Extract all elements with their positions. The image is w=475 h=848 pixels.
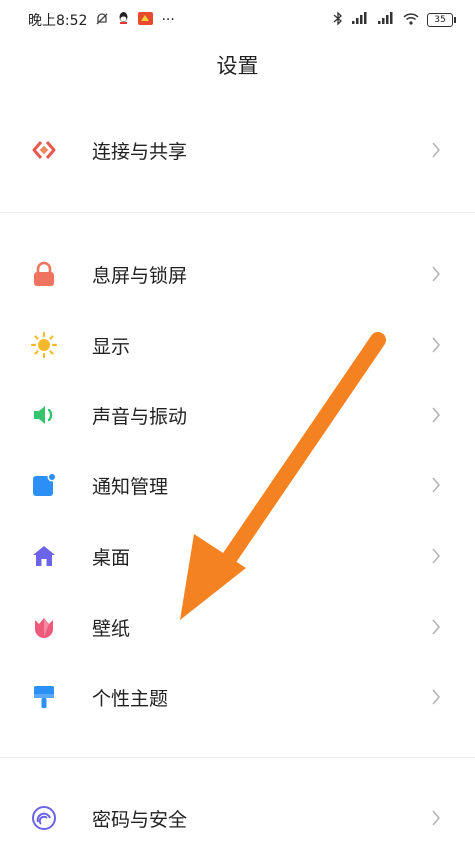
lock-icon (30, 260, 58, 288)
home-icon (30, 542, 58, 570)
chevron-right-icon (427, 809, 445, 827)
chevron-right-icon (427, 265, 445, 283)
settings-item-label: 息屏与锁屏 (92, 264, 188, 287)
brush-icon (30, 683, 58, 711)
battery-icon: 35 (427, 13, 456, 27)
group-divider (0, 757, 475, 758)
settings-item-themes[interactable]: 个性主题 (0, 667, 475, 727)
settings-item-home-screen[interactable]: 桌面 (0, 526, 475, 586)
settings-item-label: 桌面 (92, 546, 131, 569)
settings-item-connection-sharing[interactable]: 连接与共享 (0, 120, 475, 180)
settings-item-screen-lock[interactable]: 息屏与锁屏 (0, 244, 475, 304)
chevron-right-icon (427, 141, 445, 159)
settings-item-sound-vibration[interactable]: 声音与振动 (0, 385, 475, 445)
chevron-right-icon (427, 336, 445, 354)
page-title: 设置 (216, 54, 259, 78)
chevron-right-icon (427, 406, 445, 424)
signal-hd-icon (377, 12, 395, 28)
app-notification-icon (138, 12, 154, 28)
status-time: 晚上8:52 (28, 13, 88, 29)
signal-icon (351, 12, 369, 28)
status-bar-left: 晚上8:52 ··· (28, 10, 175, 30)
bluetooth-icon (333, 11, 343, 29)
qq-icon (117, 11, 130, 29)
battery-level: 35 (434, 15, 446, 25)
settings-item-label: 显示 (92, 335, 131, 358)
status-bar-right: 35 (333, 11, 456, 29)
settings-item-label: 连接与共享 (92, 140, 188, 163)
sun-icon (30, 331, 58, 359)
settings-item-label: 声音与振动 (92, 405, 188, 428)
settings-item-label: 密码与安全 (92, 808, 188, 831)
notification-icon (30, 471, 58, 499)
wifi-icon (403, 12, 419, 28)
chevron-right-icon (427, 618, 445, 636)
settings-item-label: 个性主题 (92, 687, 169, 710)
settings-item-notifications[interactable]: 通知管理 (0, 455, 475, 515)
chevron-right-icon (427, 547, 445, 565)
settings-item-display[interactable]: 显示 (0, 315, 475, 375)
mute-bell-icon (95, 12, 109, 29)
more-notifications-icon: ··· (161, 12, 175, 28)
group-divider (0, 212, 475, 213)
chevron-right-icon (427, 688, 445, 706)
speaker-icon (30, 401, 58, 429)
settings-item-label: 壁纸 (92, 617, 131, 640)
tulip-icon (30, 613, 58, 641)
share-icon (30, 136, 58, 164)
settings-item-label: 通知管理 (92, 475, 169, 498)
status-bar: 晚上8:52 ··· 35 (0, 0, 475, 40)
chevron-right-icon (427, 476, 445, 494)
settings-item-wallpaper[interactable]: 壁纸 (0, 597, 475, 657)
settings-item-password-security[interactable]: 密码与安全 (0, 788, 475, 848)
fingerprint-icon (30, 804, 58, 832)
